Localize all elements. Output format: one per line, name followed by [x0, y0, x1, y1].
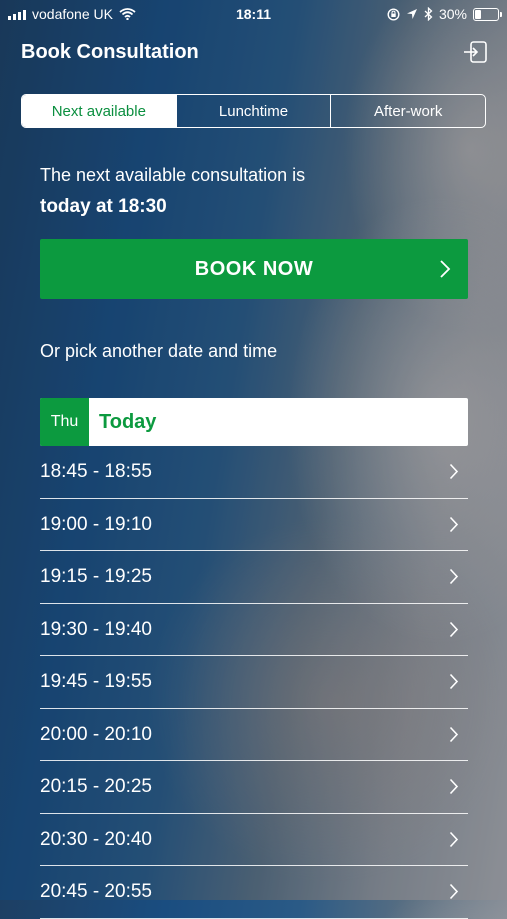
location-icon [406, 9, 417, 19]
slot-list: 18:45 - 18:55 19:00 - 19:10 19:15 - 19:25 1… [40, 446, 468, 919]
time-slot-row[interactable]: 19:00 - 19:10 [40, 499, 468, 551]
day-header: Thu Today [40, 398, 468, 446]
chevron-right-icon [449, 883, 459, 900]
time-slot-row[interactable]: 19:15 - 19:25 [40, 551, 468, 604]
lock-rotation-icon [387, 7, 400, 21]
chevron-right-icon [449, 831, 459, 847]
time-slot-row[interactable]: 20:00 - 20:10 [40, 709, 468, 761]
chevron-right-icon [449, 516, 459, 532]
pick-another-text: Or pick another date and time [40, 341, 278, 361]
time-slot-label: 18:45 - 18:55 [40, 461, 152, 482]
chevron-right-icon [449, 673, 459, 690]
book-now-button[interactable]: BOOK NOW [40, 239, 468, 299]
time-slot-label: 19:00 - 19:10 [40, 513, 152, 535]
time-slot-label: 19:15 - 19:25 [40, 566, 152, 587]
logout-icon[interactable] [462, 40, 488, 64]
time-slot-row[interactable]: 20:30 - 20:40 [40, 814, 468, 866]
status-right: 30% [387, 6, 502, 22]
day-abbrev: Thu [40, 398, 89, 446]
time-slot-label: 20:15 - 20:25 [40, 776, 152, 797]
time-slot-row[interactable]: 20:45 - 20:55 [40, 866, 468, 919]
book-now-label: BOOK NOW [194, 257, 314, 280]
tab-lunchtime[interactable]: Lunchtime [175, 95, 331, 127]
status-bar: vodafone UK 18:11 30% [0, 0, 507, 28]
time-slot-row[interactable]: 20:15 - 20:25 [40, 761, 468, 814]
chevron-right-icon [449, 463, 459, 480]
chevron-right-icon [449, 621, 459, 637]
next-available-time: today at 18:30 [40, 196, 167, 217]
time-slot-label: 20:30 - 20:40 [40, 828, 152, 850]
tab-next-available[interactable]: Next available [22, 95, 176, 127]
page-title: Book Consultation [21, 41, 199, 63]
battery-icon [473, 7, 502, 21]
chevron-right-icon [449, 726, 459, 742]
time-slot-row[interactable]: 19:45 - 19:55 [40, 656, 468, 709]
battery-level [475, 9, 481, 19]
time-slot-row[interactable]: 18:45 - 18:55 [40, 446, 468, 499]
chevron-right-icon [440, 260, 451, 278]
time-slot-label: 19:30 - 19:40 [40, 618, 152, 640]
next-available-text: The next available consultation is [40, 165, 306, 185]
time-filter-tabs: Next available Lunchtime After-work [21, 94, 486, 128]
battery-percent: 30% [438, 6, 467, 22]
bluetooth-icon [424, 7, 433, 21]
time-slot-row[interactable]: 19:30 - 19:40 [40, 604, 468, 656]
time-slot-label: 20:00 - 20:10 [40, 723, 152, 745]
time-slot-label: 19:45 - 19:55 [40, 671, 152, 692]
day-name: Today [99, 410, 157, 433]
chevron-right-icon [449, 778, 459, 795]
tab-after-work[interactable]: After-work [330, 95, 485, 127]
chevron-right-icon [449, 568, 459, 585]
